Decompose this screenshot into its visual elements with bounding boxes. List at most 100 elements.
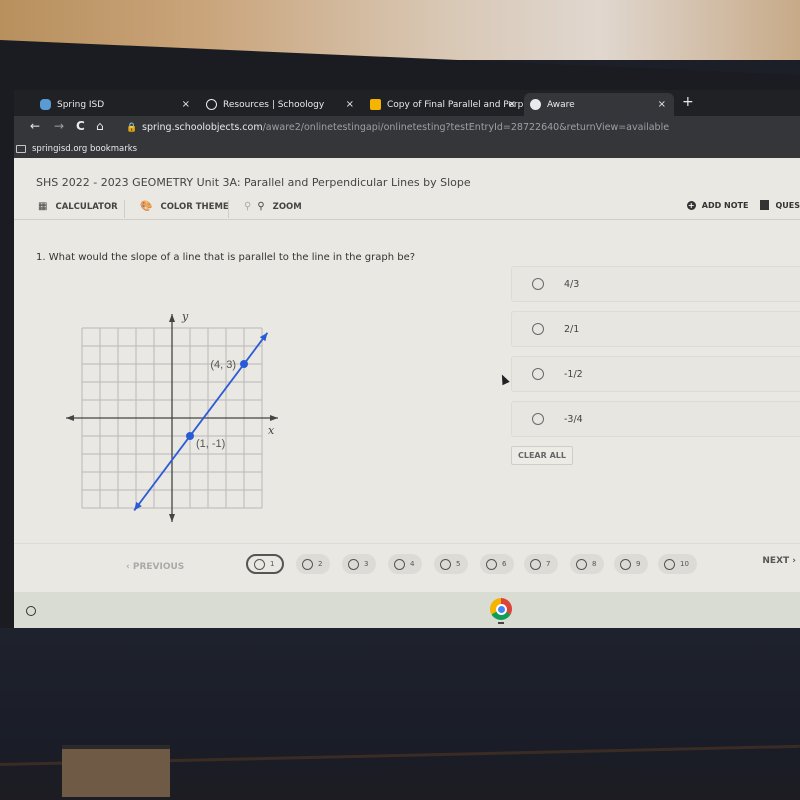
divider	[124, 200, 125, 218]
tab-title: Spring ISD	[57, 99, 105, 110]
question-nav-4[interactable]: 4	[388, 554, 423, 574]
question-number: 8	[592, 560, 597, 568]
question-number: 1	[270, 560, 275, 568]
question-nav-10[interactable]: 10	[658, 554, 697, 574]
bookmarks-bar: springisd.org bookmarks	[14, 140, 800, 158]
color-theme-label: COLOR THEME	[160, 201, 229, 212]
question-status-icon	[302, 558, 313, 570]
zoom-label: ZOOM	[272, 201, 302, 212]
radio-button[interactable]	[532, 278, 544, 290]
home-button[interactable]: ⌂	[96, 119, 104, 133]
axes	[66, 314, 278, 522]
data-point	[240, 360, 248, 368]
lock-icon: 🔒	[126, 123, 138, 133]
question-nav-5[interactable]: 5	[434, 554, 469, 574]
question-number: 2	[318, 560, 323, 568]
globe-icon	[530, 99, 541, 110]
next-button[interactable]: NEXT ›	[762, 556, 796, 566]
question-flag-button[interactable]: QUES	[775, 201, 800, 210]
question-navigation: ‹ PREVIOUS 1 2 3 4 5 6 7 8 9 10 NEXT ›	[14, 543, 800, 588]
forward-button[interactable]: →	[54, 119, 64, 133]
question-nav-1[interactable]: 1	[246, 554, 285, 574]
url-input[interactable]: 🔒 spring.schoolobjects.com/aware2/online…	[120, 119, 800, 137]
launcher-button[interactable]	[26, 606, 36, 616]
next-label: NEXT	[762, 556, 790, 566]
tab-spring-isd[interactable]: Spring ISD ×	[34, 93, 198, 116]
question-nav-6[interactable]: 6	[480, 554, 515, 574]
radio-button[interactable]	[532, 323, 544, 335]
chrome-icon[interactable]	[490, 598, 512, 620]
add-note-button[interactable]: ADD NOTE	[702, 201, 749, 210]
palette-icon: 🎨	[140, 201, 153, 212]
radio-button[interactable]	[532, 368, 544, 380]
reload-button[interactable]: C	[76, 119, 85, 133]
y-axis-label: y	[181, 310, 189, 323]
choice-b[interactable]: 2/1	[511, 311, 800, 347]
tab-title: Resources | Schoology	[223, 99, 325, 110]
question-status-icon	[440, 558, 451, 570]
question-number: 3	[364, 560, 369, 568]
previous-button[interactable]: ‹ PREVIOUS	[126, 562, 184, 572]
question-status-icon	[620, 558, 631, 570]
calculator-label: CALCULATOR	[55, 201, 118, 212]
right-tools: + ADD NOTE QUES	[686, 200, 800, 210]
previous-label: PREVIOUS	[132, 562, 185, 572]
sticker	[62, 745, 170, 797]
question-nav-3[interactable]: 3	[342, 554, 377, 574]
app-running-indicator	[498, 622, 504, 624]
point-label: (4, 3)	[210, 359, 236, 371]
tab-title: Aware	[547, 99, 575, 110]
choice-d[interactable]: -3/4	[511, 401, 800, 437]
slides-icon	[370, 99, 381, 110]
plus-circle-icon: +	[686, 200, 696, 210]
color-theme-button[interactable]: 🎨 COLOR THEME	[140, 201, 229, 212]
question-nav-7[interactable]: 7	[524, 554, 559, 574]
calculator-button[interactable]: ▦ CALCULATOR	[38, 201, 118, 212]
close-icon[interactable]: ×	[658, 99, 666, 110]
question-status-icon	[348, 558, 359, 570]
screen: Spring ISD × Resources | Schoology × Cop…	[14, 90, 800, 628]
close-icon[interactable]: ×	[508, 99, 516, 110]
question-number: 5	[456, 560, 461, 568]
test-page: SHS 2022 - 2023 GEOMETRY Unit 3A: Parall…	[14, 158, 800, 608]
back-button[interactable]: ←	[30, 119, 40, 133]
clear-all-button[interactable]: CLEAR ALL	[511, 446, 573, 465]
question-text: What would the slope of a line that is p…	[48, 252, 416, 263]
question-status-icon	[486, 558, 497, 570]
divider	[228, 200, 229, 218]
tab-aware[interactable]: Aware ×	[524, 93, 674, 116]
arrow-down-icon	[169, 514, 175, 522]
zoom-out-icon[interactable]: ⚲	[244, 201, 251, 212]
data-point	[186, 432, 194, 440]
choice-a[interactable]: 4/3	[511, 266, 800, 302]
choice-c[interactable]: -1/2	[511, 356, 800, 392]
os-shelf	[14, 592, 800, 628]
x-axis-label: x	[268, 424, 275, 437]
cloud-icon	[40, 99, 51, 110]
calculator-icon: ▦	[38, 201, 48, 212]
question-nav-9[interactable]: 9	[614, 554, 649, 574]
mouse-cursor	[498, 372, 510, 386]
question-status-icon	[394, 558, 405, 570]
question-number: 9	[636, 560, 641, 568]
question-nav-2[interactable]: 2	[296, 554, 331, 574]
url-host: spring.schoolobjects.com	[142, 122, 263, 133]
arrow-right-icon	[270, 415, 278, 421]
question-status-icon	[576, 558, 587, 570]
zoom-tool: ⚲ ⚲ ZOOM	[244, 201, 302, 212]
close-icon[interactable]: ×	[346, 99, 354, 110]
close-icon[interactable]: ×	[182, 99, 190, 110]
zoom-in-icon[interactable]: ⚲	[257, 201, 264, 212]
question-nav-8[interactable]: 8	[570, 554, 605, 574]
new-tab-button[interactable]: +	[682, 94, 694, 110]
test-toolbar: ▦ CALCULATOR 🎨 COLOR THEME ⚲ ⚲ ZOOM	[14, 196, 800, 220]
tab-schoology[interactable]: Resources | Schoology ×	[200, 93, 362, 116]
radio-button[interactable]	[532, 413, 544, 425]
bookmark-folder[interactable]: springisd.org bookmarks	[32, 144, 137, 154]
question-status-icon	[664, 558, 675, 570]
question-number: 1.	[36, 252, 46, 263]
folder-icon	[16, 145, 26, 153]
address-bar: ← → C ⌂ 🔒 spring.schoolobjects.com/aware…	[14, 116, 800, 140]
tab-slides[interactable]: Copy of Final Parallel and Perp ×	[364, 93, 524, 116]
question: 1. What would the slope of a line that i…	[36, 252, 415, 263]
